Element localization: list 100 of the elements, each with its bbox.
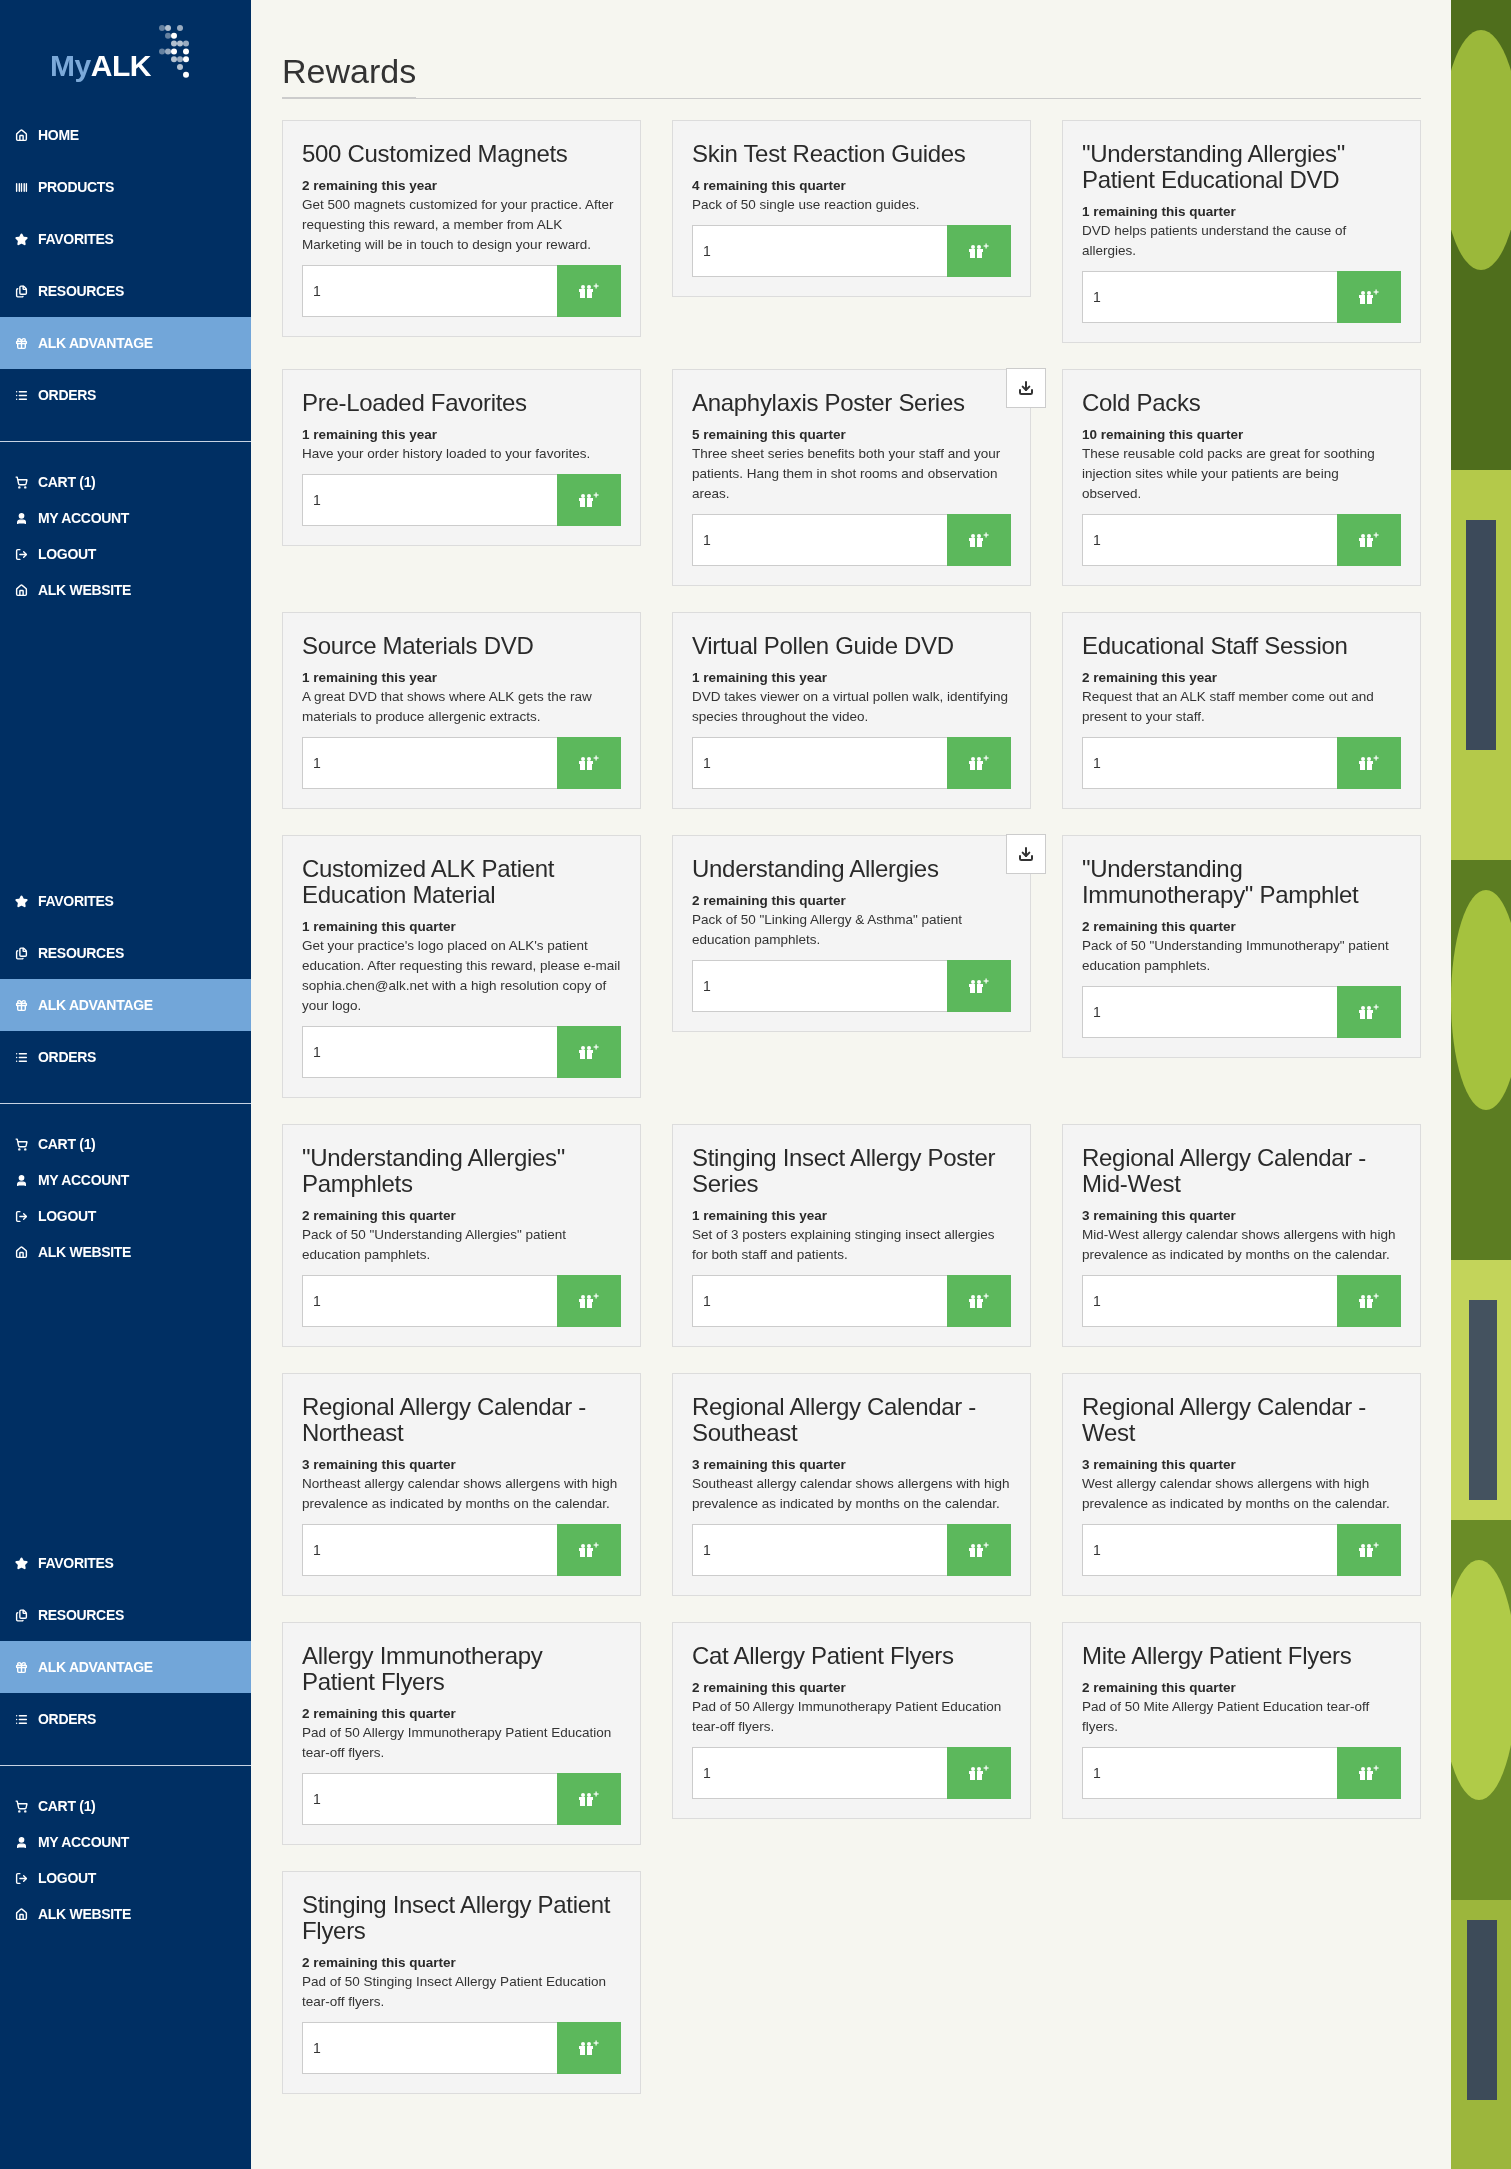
add-reward-button[interactable] (947, 514, 1011, 566)
account-link[interactable]: LOGOUT (0, 1198, 251, 1234)
quantity-field[interactable]: 1 (302, 265, 557, 317)
download-button[interactable] (1006, 834, 1046, 874)
reward-title: "Understanding Immunotherapy" Pamphlet (1082, 856, 1360, 908)
cart-icon (15, 1137, 28, 1151)
account-link[interactable]: ALK WEBSITE (0, 572, 251, 608)
reward-description: Pack of 50 "Linking Allergy & Asthma" patient education pamphlets. (692, 911, 963, 949)
quantity-field[interactable]: 1 (302, 737, 557, 789)
download-button[interactable] (1006, 368, 1046, 408)
quantity-field[interactable]: 1 (692, 960, 947, 1012)
gift-plus-icon (578, 755, 600, 771)
reward-title: Customized ALK Patient Education Material (302, 856, 556, 908)
account-link[interactable]: MY ACCOUNT (0, 500, 251, 536)
account-link[interactable]: MY ACCOUNT (0, 1824, 251, 1860)
quantity-field[interactable]: 1 (692, 514, 947, 566)
account-link[interactable]: CART (1) (0, 1788, 251, 1824)
gift-plus-icon (968, 243, 990, 259)
add-reward-button[interactable] (947, 1275, 1011, 1327)
add-reward-button[interactable] (557, 1773, 621, 1825)
reward-title: Regional Allergy Calendar - Northeast (302, 1394, 588, 1446)
add-reward-button[interactable] (1337, 1275, 1401, 1327)
reward-description: These reusable cold packs are great for soothing injection sites while your patients are being observed. (1082, 445, 1376, 503)
account-link[interactable]: LOGOUT (0, 536, 251, 572)
add-reward-button[interactable] (557, 737, 621, 789)
add-reward-button[interactable] (947, 225, 1011, 277)
remaining-count: 1 remaining this quarter (1082, 203, 1237, 221)
add-reward-button[interactable] (1337, 986, 1401, 1038)
quantity-field[interactable]: 1 (1082, 514, 1337, 566)
quantity-field[interactable]: 1 (302, 1026, 557, 1078)
reward-title: Stinging Insect Allergy Patient Flyers (302, 1892, 612, 1944)
sidebar-nav-item[interactable]: RESOURCES (0, 927, 251, 979)
add-reward-button[interactable] (947, 960, 1011, 1012)
quantity-field[interactable]: 1 (692, 1747, 947, 1799)
sidebar-nav-item[interactable]: ORDERS (0, 1031, 251, 1083)
reward-description: DVD takes viewer on a virtual pollen walk, identifying species throughout the video. (692, 688, 1009, 726)
reward-title: Anaphylaxis Poster Series (692, 390, 966, 416)
sidebar-nav-item[interactable]: FAVORITES (0, 875, 251, 927)
remaining-count: 2 remaining this quarter (1082, 1679, 1237, 1697)
add-reward-button[interactable] (947, 1524, 1011, 1576)
add-reward-button[interactable] (947, 737, 1011, 789)
quantity-field[interactable]: 1 (1082, 1747, 1337, 1799)
remaining-count: 2 remaining this quarter (692, 892, 847, 910)
reward-description: West allergy calendar shows allergens with high prevalence as indicated by months on the calendar. (1082, 1475, 1391, 1513)
account-link[interactable]: LOGOUT (0, 1860, 251, 1896)
sidebar-nav-item[interactable]: FAVORITES (0, 1537, 251, 1589)
quantity-field[interactable]: 1 (1082, 1524, 1337, 1576)
reward-title: Mite Allergy Patient Flyers (1082, 1643, 1353, 1669)
sidebar-nav-item[interactable]: PRODUCTS (0, 161, 251, 213)
home-icon (15, 1245, 28, 1259)
add-reward-button[interactable] (1337, 514, 1401, 566)
sidebar-nav-item[interactable]: RESOURCES (0, 265, 251, 317)
quantity-field[interactable]: 1 (692, 737, 947, 789)
reward-title: "Understanding Allergies" Pamphlets (302, 1145, 567, 1197)
quantity-field[interactable]: 1 (1082, 986, 1337, 1038)
account-link[interactable]: CART (1) (0, 464, 251, 500)
reward-title: Educational Staff Session (1082, 633, 1349, 659)
quantity-field[interactable]: 1 (302, 1275, 557, 1327)
brand-logo[interactable]: MyALK (50, 49, 151, 83)
quantity-field[interactable]: 1 (302, 1524, 557, 1576)
user-icon (15, 511, 28, 525)
sidebar-nav-item[interactable]: RESOURCES (0, 1589, 251, 1641)
add-reward-button[interactable] (557, 265, 621, 317)
add-reward-button[interactable] (557, 1026, 621, 1078)
account-link[interactable]: MY ACCOUNT (0, 1162, 251, 1198)
quantity-field[interactable]: 1 (1082, 737, 1337, 789)
quantity-field[interactable]: 1 (692, 1524, 947, 1576)
quantity-field[interactable]: 1 (692, 1275, 947, 1327)
add-reward-button[interactable] (557, 474, 621, 526)
account-link[interactable]: CART (1) (0, 1126, 251, 1162)
add-reward-button[interactable] (1337, 737, 1401, 789)
sidebar-nav-item[interactable]: ORDERS (0, 369, 251, 421)
remaining-count: 1 remaining this year (302, 669, 439, 687)
reward-description: Have your order history loaded to your favorites. (302, 445, 592, 463)
add-reward-button[interactable] (1337, 1747, 1401, 1799)
add-reward-button[interactable] (557, 2022, 621, 2074)
sidebar-nav-item[interactable]: ORDERS (0, 1693, 251, 1745)
add-reward-button[interactable] (557, 1275, 621, 1327)
quantity-field[interactable]: 1 (1082, 1275, 1337, 1327)
add-reward-button[interactable] (947, 1747, 1011, 1799)
quantity-field[interactable]: 1 (302, 1773, 557, 1825)
reward-title: Skin Test Reaction Guides (692, 141, 967, 167)
add-reward-button[interactable] (557, 1524, 621, 1576)
account-link[interactable]: ALK WEBSITE (0, 1896, 251, 1932)
files-icon (15, 1608, 28, 1622)
reward-description: Three sheet series benefits both your staff and your patients. Hang them in shot rooms and observation areas. (692, 445, 1002, 503)
sidebar-nav-item[interactable]: FAVORITES (0, 213, 251, 265)
gift-plus-icon (968, 1542, 990, 1558)
reward-title: Pre-Loaded Favorites (302, 390, 528, 416)
quantity-field[interactable]: 1 (1082, 271, 1337, 323)
quantity-field[interactable]: 1 (302, 474, 557, 526)
reward-description: Pack of 50 single use reaction guides. (692, 196, 921, 214)
quantity-field[interactable]: 1 (302, 2022, 557, 2074)
add-reward-button[interactable] (1337, 271, 1401, 323)
account-link[interactable]: ALK WEBSITE (0, 1234, 251, 1270)
files-icon (15, 284, 28, 298)
add-reward-button[interactable] (1337, 1524, 1401, 1576)
remaining-count: 4 remaining this quarter (692, 177, 847, 195)
quantity-field[interactable]: 1 (692, 225, 947, 277)
sidebar-nav-item[interactable]: HOME (0, 109, 251, 161)
